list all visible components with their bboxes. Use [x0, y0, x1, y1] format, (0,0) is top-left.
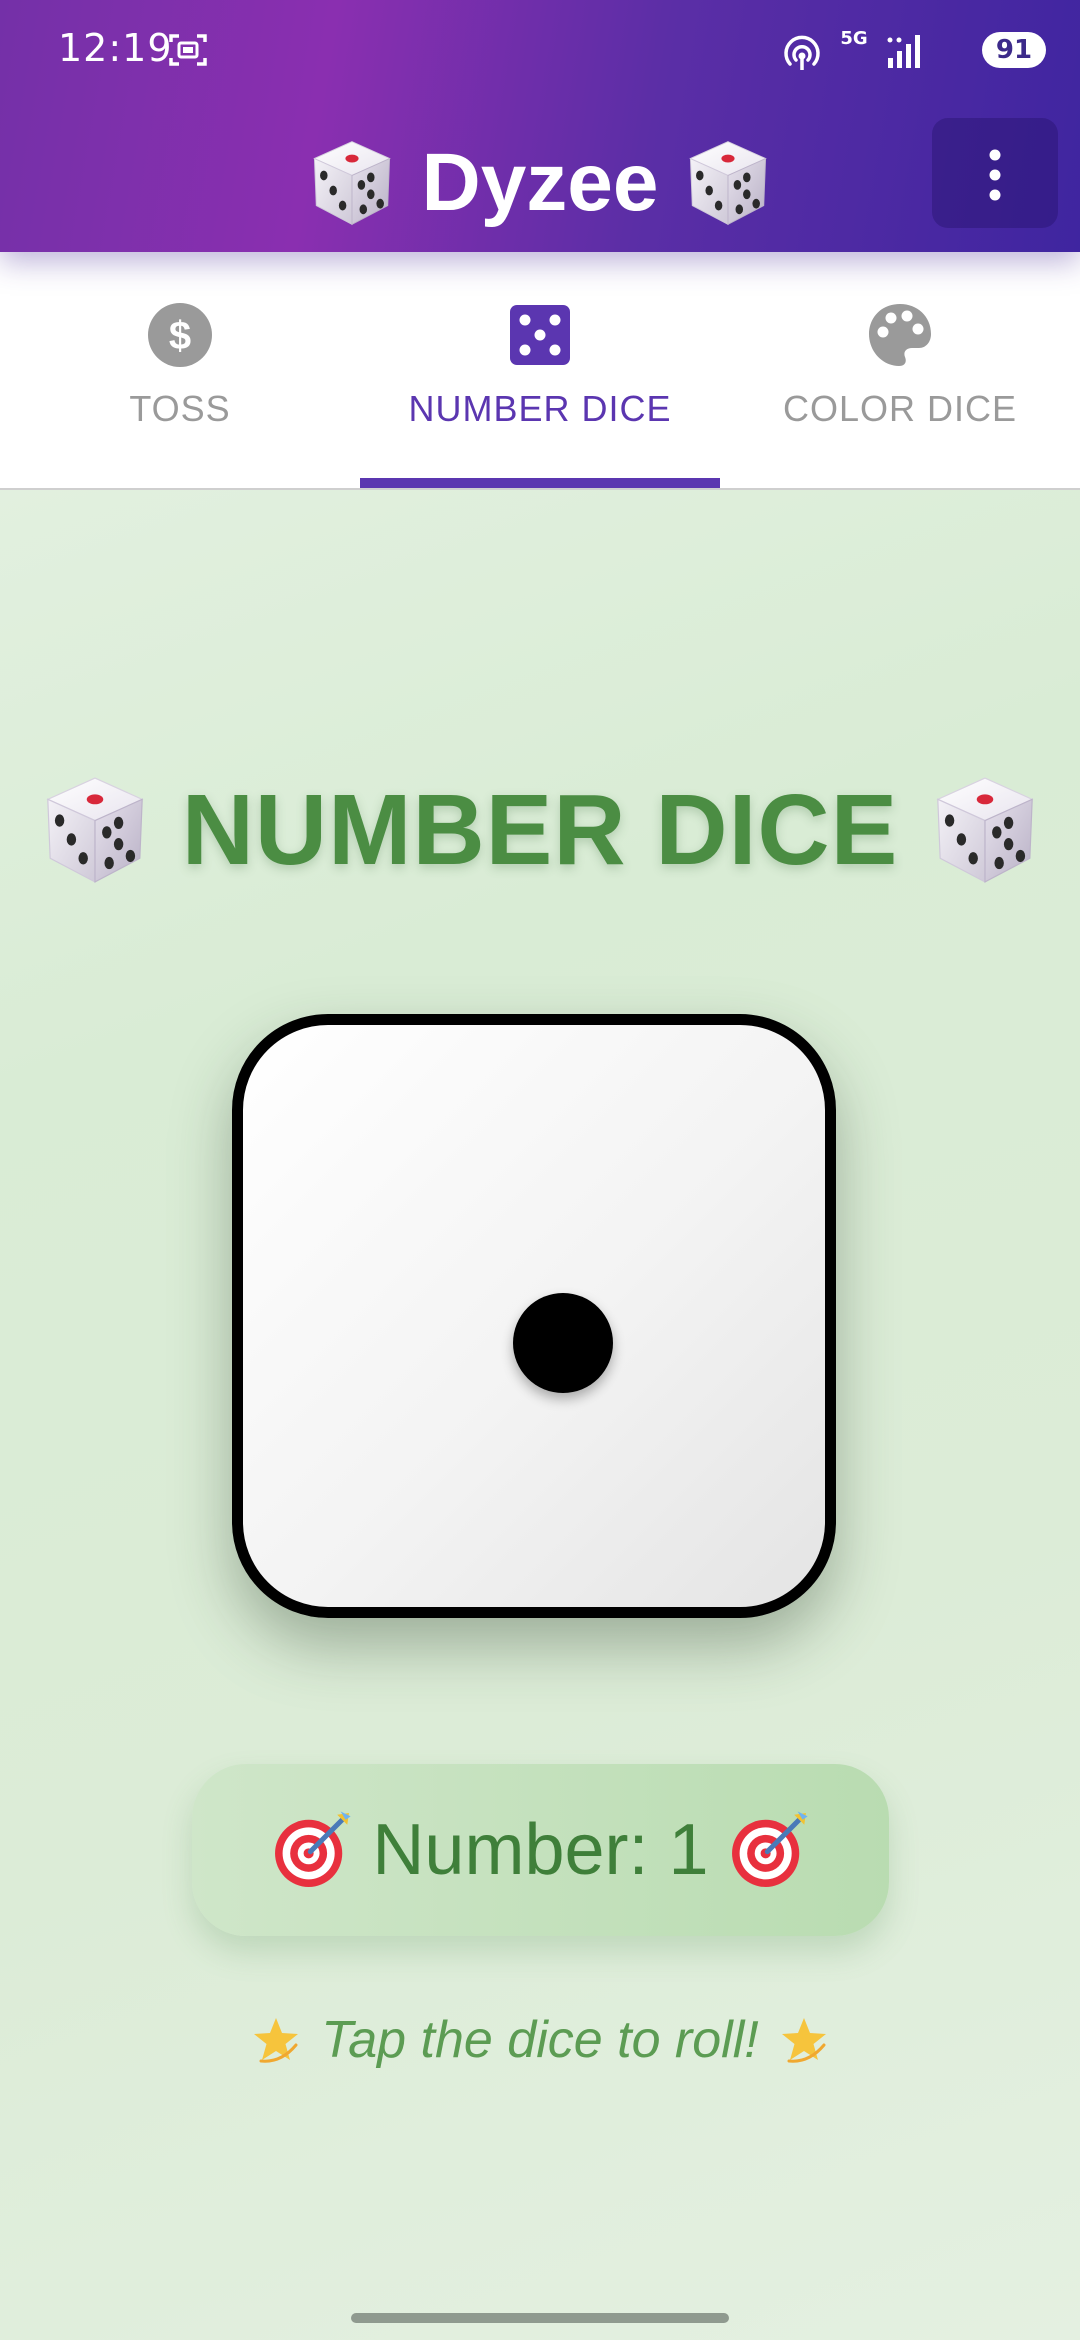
target-icon	[270, 1808, 354, 1892]
section-title: NUMBER DICE	[181, 773, 899, 886]
screenshot-icon	[169, 34, 207, 66]
dice-face[interactable]	[232, 1014, 836, 1618]
dice-icon	[681, 136, 775, 230]
dizzy-star-icon	[779, 2015, 829, 2065]
target-icon	[727, 1808, 811, 1892]
status-bar: 12:19 5G 91	[0, 0, 1080, 100]
home-indicator[interactable]	[351, 2313, 729, 2323]
dollar-coin-icon: $	[148, 303, 212, 367]
active-tab-indicator	[360, 478, 720, 488]
svg-text:$: $	[169, 314, 191, 358]
dice-pip	[513, 1293, 613, 1393]
tab-toss[interactable]: $ TOSS	[0, 252, 360, 488]
dice-icon	[36, 771, 154, 889]
app-header: 12:19 5G 91 Dyzee	[0, 0, 1080, 252]
result-text: Number: 1	[372, 1810, 709, 1890]
hint-row: Tap the dice to roll!	[0, 2000, 1080, 2080]
hotspot-icon	[784, 35, 820, 70]
dice-five-icon	[510, 305, 570, 365]
app-title-row: Dyzee	[0, 128, 1080, 238]
section-title-row: NUMBER DICE	[0, 760, 1080, 900]
tab-number-dice[interactable]: NUMBER DICE	[360, 252, 720, 488]
result-badge: Number: 1	[192, 1764, 889, 1936]
hint-text: Tap the dice to roll!	[321, 2011, 759, 2069]
dice-icon	[926, 771, 1044, 889]
network-type-label: 5G	[840, 28, 868, 49]
tab-color-dice[interactable]: COLOR DICE	[720, 252, 1080, 488]
more-vert-icon	[989, 149, 1001, 201]
dizzy-star-icon	[251, 2015, 301, 2065]
tab-label: NUMBER DICE	[408, 388, 672, 429]
signal-icon	[887, 35, 920, 68]
overflow-menu-button[interactable]	[932, 118, 1058, 228]
tab-label: TOSS	[129, 388, 231, 429]
palette-icon	[869, 304, 931, 366]
tab-label: COLOR DICE	[782, 388, 1018, 429]
dice-icon	[305, 136, 399, 230]
tab-bar: $ TOSS NUMBER DICE COLOR DICE	[0, 252, 1080, 490]
battery-indicator: 91	[982, 32, 1046, 68]
app-title: Dyzee	[421, 137, 659, 228]
status-time: 12:19	[58, 26, 173, 70]
